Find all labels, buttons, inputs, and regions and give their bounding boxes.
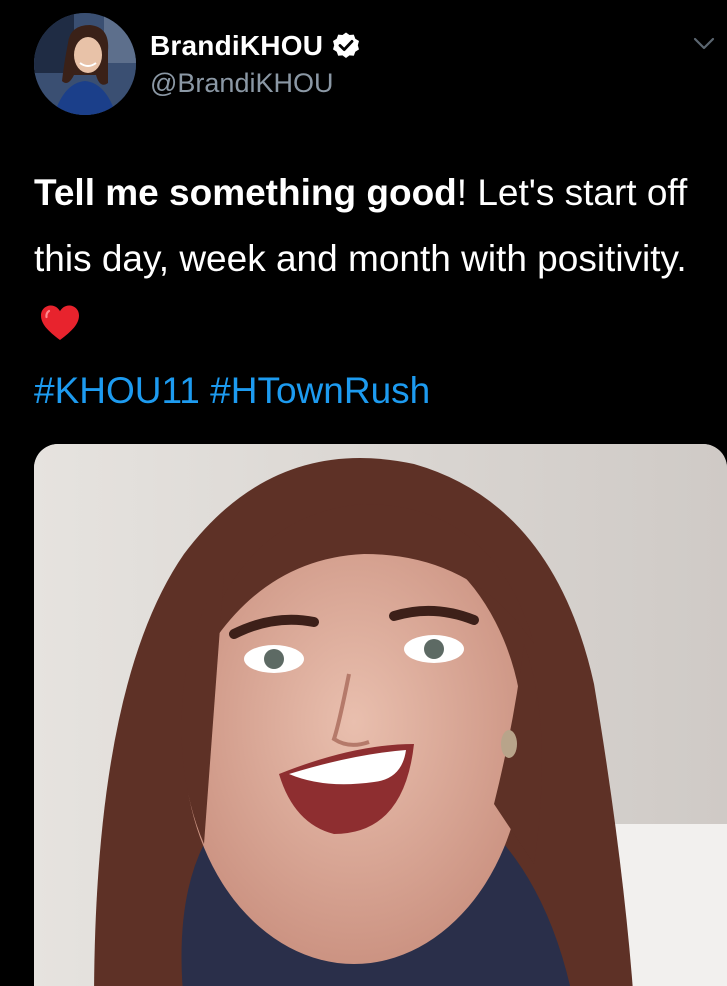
chevron-down-icon[interactable] [693, 36, 715, 52]
verified-badge-icon [331, 31, 361, 61]
user-info: BrandiKHOU @BrandiKHOU [150, 28, 361, 99]
display-name[interactable]: BrandiKHOU [150, 30, 323, 62]
video-frame-image [34, 444, 727, 986]
tweet-text-bold: Tell me something good [34, 172, 457, 213]
hashtag-link[interactable]: #HTownRush [210, 370, 430, 411]
tweet: BrandiKHOU @BrandiKHOU Tell me something… [0, 0, 727, 986]
tweet-text: Tell me something good! Let's start off … [34, 160, 714, 424]
red-heart-icon [38, 298, 82, 340]
profile-photo-icon [34, 13, 136, 115]
hashtag-link[interactable]: #KHOU11 [34, 370, 200, 411]
avatar[interactable] [34, 13, 136, 115]
display-name-row: BrandiKHOU [150, 28, 361, 64]
video-thumbnail[interactable] [34, 444, 727, 986]
user-handle[interactable]: @BrandiKHOU [150, 68, 361, 99]
